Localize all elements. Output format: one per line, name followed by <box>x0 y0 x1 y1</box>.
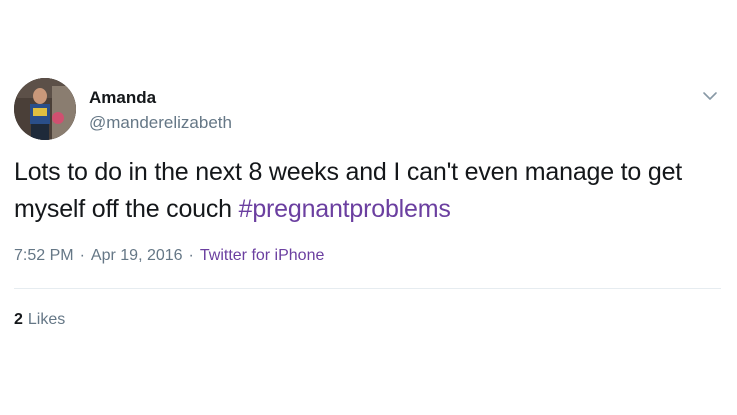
author-name[interactable]: Amanda <box>89 88 156 108</box>
likes-label: Likes <box>27 311 66 328</box>
tweet-meta: 7:52 PM · Apr 19, 2016 · Twitter for iPhone <box>14 247 324 265</box>
meta-separator: · <box>188 247 194 264</box>
avatar[interactable] <box>14 78 76 140</box>
author-handle[interactable]: @manderelizabeth <box>89 113 232 133</box>
likes-stat[interactable]: 2 Likes <box>14 311 65 329</box>
meta-separator: · <box>79 247 85 264</box>
divider <box>14 288 721 289</box>
avatar-photo <box>14 78 76 140</box>
tweet-card: Amanda @manderelizabeth Lots to do in th… <box>0 0 737 415</box>
tweet-text: Lots to do in the next 8 weeks and I can… <box>14 154 729 228</box>
likes-count: 2 <box>14 311 23 328</box>
chevron-down-icon[interactable] <box>700 86 720 106</box>
tweet-time[interactable]: 7:52 PM <box>14 247 74 264</box>
hashtag-link[interactable]: #pregnantproblems <box>239 195 451 223</box>
tweet-date[interactable]: Apr 19, 2016 <box>91 247 183 264</box>
tweet-source-link[interactable]: Twitter for iPhone <box>200 247 325 264</box>
